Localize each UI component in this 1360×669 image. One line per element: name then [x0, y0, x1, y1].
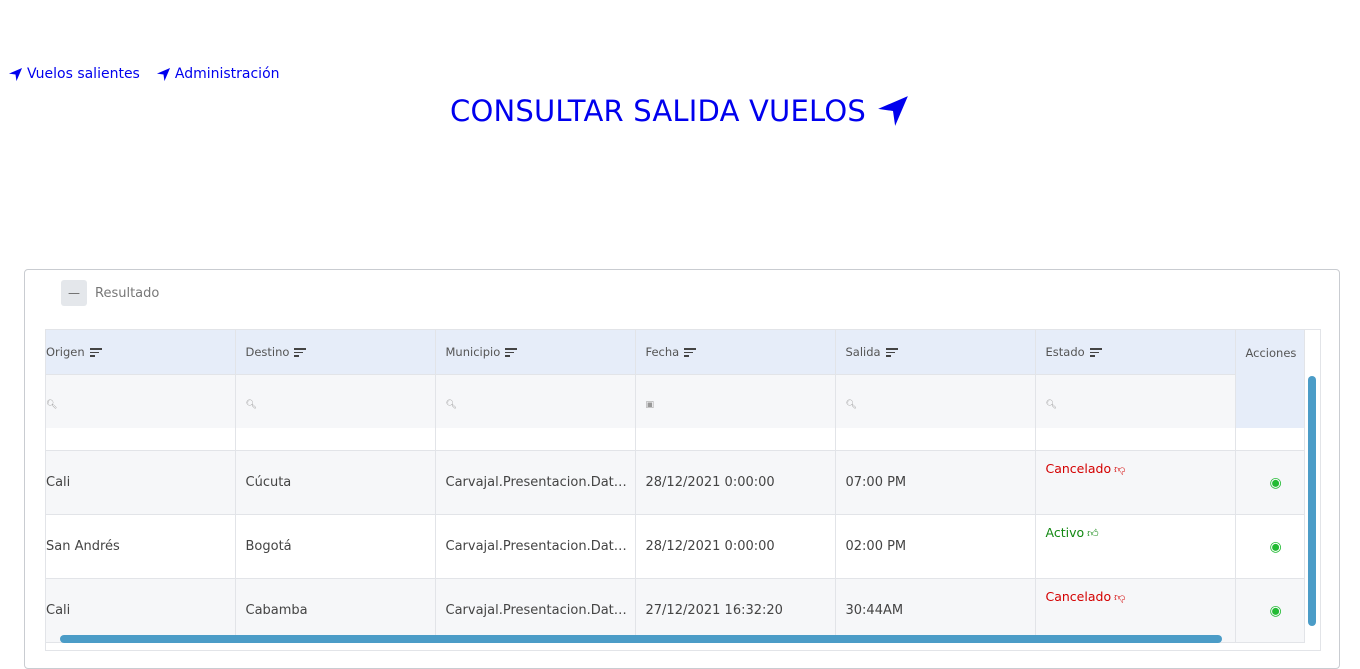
header-row: Origen Destino Municipio Fecha Salida Es… [46, 330, 1305, 428]
sort-icon[interactable] [89, 348, 102, 357]
cell-fecha: 28/12/2021 0:00:00 [635, 450, 836, 515]
cell-estado: Cancelado 👎︎ [1035, 450, 1236, 515]
status-label: Cancelado [1045, 589, 1112, 604]
column-header-acciones: Acciones [1235, 330, 1305, 428]
cell-municipio: Carvajal.Presentacion.Data.Municipio [435, 450, 636, 515]
flights-table: Origen Destino Municipio Fecha Salida Es… [46, 330, 1305, 643]
cell-salida: 30:44AM [835, 578, 1036, 643]
cell-origen: Cali [46, 450, 236, 515]
status-label: Cancelado [1045, 461, 1112, 476]
calendar-icon[interactable]: ▣ [646, 400, 655, 410]
view-eye-icon[interactable]: ◉ [1270, 603, 1282, 619]
cell-fecha: 27/12/2021 16:32:20 [635, 578, 836, 643]
cell-fecha: 28/12/2021 0:00:00 [635, 514, 836, 579]
vertical-scrollbar[interactable] [1308, 376, 1316, 626]
nav-link-label: Administración [174, 66, 280, 82]
cell-municipio: Carvajal.Presentacion.Data.Municipio [435, 514, 636, 579]
status-badge: Cancelado 👎︎ [1046, 461, 1126, 476]
column-header-destino[interactable]: Destino [235, 330, 436, 375]
top-nav: Vuelos salientes Administración [8, 66, 280, 82]
page-title: CONSULTAR SALIDA VUELOS [0, 94, 1360, 128]
filter-row: 🔍︎ 🔍︎ 🔍︎ ▣ 🔍︎ 🔍︎ [46, 374, 1304, 428]
column-header-label: Origen [46, 345, 85, 359]
status-badge: Activo 👍︎ [1046, 525, 1099, 540]
search-icon: 🔍︎ [46, 400, 58, 410]
search-icon: 🔍︎ [445, 400, 457, 410]
search-icon: 🔍︎ [845, 400, 857, 410]
view-eye-icon[interactable]: ◉ [1270, 475, 1282, 491]
filter-cell-fecha[interactable]: ▣ [635, 374, 836, 428]
column-header-label: Destino [245, 345, 290, 359]
collapse-button[interactable]: — [61, 280, 87, 306]
cell-origen: San Andrés [46, 514, 236, 579]
column-header-label: Estado [1045, 345, 1085, 359]
column-header-estado[interactable]: Estado [1035, 330, 1236, 375]
horizontal-scrollbar[interactable] [60, 635, 1222, 643]
cell-destino: Cúcuta [235, 450, 436, 515]
location-arrow-icon [878, 96, 908, 126]
data-grid: Origen Destino Municipio Fecha Salida Es… [45, 329, 1321, 651]
search-icon: 🔍︎ [1045, 400, 1057, 410]
nav-link-administracion[interactable]: Administración [156, 66, 280, 82]
search-icon: 🔍︎ [245, 400, 257, 410]
cell-estado: Cancelado 👎︎ [1035, 578, 1236, 643]
cell-acciones: ◉ [1235, 450, 1305, 515]
column-header-municipio[interactable]: Municipio [435, 330, 636, 375]
status-label: Activo [1045, 525, 1085, 540]
cell-origen: Cali [46, 578, 236, 643]
cell-acciones: ◉ [1235, 578, 1305, 643]
view-eye-icon[interactable]: ◉ [1270, 539, 1282, 555]
column-header-label: Salida [845, 345, 881, 359]
cell-destino: Bogotá [235, 514, 436, 579]
filter-cell-salida[interactable]: 🔍︎ [835, 374, 1036, 428]
table-row[interactable]: Cali Cabamba Carvajal.Presentacion.Data.… [46, 578, 1305, 643]
thumbs-up-icon: 👍︎ [1087, 527, 1099, 540]
thumbs-down-icon: 👎︎ [1114, 463, 1126, 476]
table-row[interactable]: San Andrés Bogotá Carvajal.Presentacion.… [46, 514, 1305, 579]
thumbs-down-icon: 👎︎ [1114, 591, 1126, 604]
sort-icon[interactable] [505, 348, 518, 357]
spacer-row [46, 428, 1305, 451]
cell-destino: Cabamba [235, 578, 436, 643]
cell-estado: Activo 👍︎ [1035, 514, 1236, 579]
sort-icon[interactable] [294, 348, 307, 357]
cell-acciones: ◉ [1235, 514, 1305, 579]
column-header-salida[interactable]: Salida [835, 330, 1036, 375]
panel-title: Resultado [95, 285, 160, 301]
nav-link-label: Vuelos salientes [27, 66, 140, 82]
column-header-label: Fecha [645, 345, 680, 359]
filter-cell-destino[interactable]: 🔍︎ [235, 374, 436, 428]
column-header-label: Municipio [445, 345, 501, 359]
filter-cell-origen[interactable]: 🔍︎ [46, 374, 236, 428]
cell-salida: 07:00 PM [835, 450, 1036, 515]
location-arrow-icon [8, 67, 23, 81]
table-row[interactable]: Cali Cúcuta Carvajal.Presentacion.Data.M… [46, 450, 1305, 515]
sort-icon[interactable] [684, 348, 697, 357]
nav-link-vuelos-salientes[interactable]: Vuelos salientes [8, 66, 140, 82]
sort-icon[interactable] [1089, 348, 1102, 357]
status-badge: Cancelado 👎︎ [1046, 589, 1126, 604]
cell-salida: 02:00 PM [835, 514, 1036, 579]
sort-icon[interactable] [885, 348, 898, 357]
panel-header: — Resultado [61, 280, 159, 306]
location-arrow-icon [156, 67, 170, 81]
page-title-text: CONSULTAR SALIDA VUELOS [450, 94, 866, 128]
filter-cell-estado[interactable]: 🔍︎ [1035, 374, 1236, 428]
column-header-origen[interactable]: Origen [46, 330, 236, 375]
column-header-fecha[interactable]: Fecha [635, 330, 836, 375]
result-panel: — Resultado Origen Destino Municipio Fec… [24, 269, 1340, 669]
filter-cell-municipio[interactable]: 🔍︎ [435, 374, 636, 428]
cell-municipio: Carvajal.Presentacion.Data.Municipio [435, 578, 636, 643]
